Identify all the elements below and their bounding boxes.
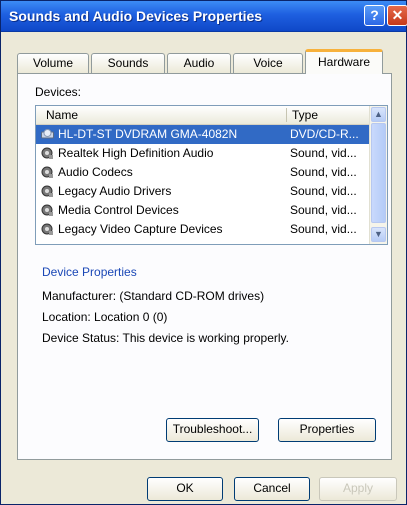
properties-button[interactable]: Properties xyxy=(278,418,376,442)
device-row[interactable]: Legacy Video Capture Devices Sound, vid.… xyxy=(36,220,369,239)
device-type: DVD/CD-R... xyxy=(290,127,359,141)
tab-voice[interactable]: Voice xyxy=(233,53,303,73)
cd-drive-icon xyxy=(41,129,54,139)
troubleshoot-button[interactable]: Troubleshoot... xyxy=(166,418,259,442)
device-row[interactable]: Realtek High Definition Audio Sound, vid… xyxy=(36,144,369,163)
sound-device-icon xyxy=(41,223,53,235)
vertical-scrollbar[interactable]: ▲ ▼ xyxy=(369,106,387,244)
window-title: Sounds and Audio Devices Properties xyxy=(9,8,263,24)
sound-device-icon xyxy=(41,204,53,216)
device-row[interactable]: HL-DT-ST DVDRAM GMA-4082N DVD/CD-R... xyxy=(36,125,369,144)
devices-label: Devices: xyxy=(35,85,82,99)
sound-device-icon xyxy=(41,166,53,178)
tab-audio[interactable]: Audio xyxy=(167,53,231,73)
dialog-window: Sounds and Audio Devices Properties ? ✕ … xyxy=(0,0,407,505)
apply-button[interactable]: Apply xyxy=(319,477,397,501)
tab-hardware[interactable]: Hardware xyxy=(305,49,383,74)
device-row[interactable]: Media Control Devices Sound, vid... xyxy=(36,201,369,220)
device-type: Sound, vid... xyxy=(290,203,357,217)
tab-sounds[interactable]: Sounds xyxy=(91,53,165,73)
scroll-thumb[interactable] xyxy=(371,123,386,223)
device-type: Sound, vid... xyxy=(290,222,357,236)
sound-device-icon xyxy=(41,185,53,197)
scroll-down-button[interactable]: ▼ xyxy=(371,227,386,242)
device-status-text: Device Status: This device is working pr… xyxy=(42,331,289,345)
device-row[interactable]: Audio Codecs Sound, vid... xyxy=(36,163,369,182)
device-properties-heading: Device Properties xyxy=(42,265,137,279)
device-name: Legacy Audio Drivers xyxy=(58,184,172,198)
devices-list[interactable]: Name Type HL-DT-ST DVDRAM GMA-4082N DVD/… xyxy=(35,105,388,245)
help-button[interactable]: ? xyxy=(364,5,385,26)
column-header-type[interactable]: Type xyxy=(292,108,318,122)
title-bar[interactable]: Sounds and Audio Devices Properties ? ✕ xyxy=(1,1,407,32)
list-header: Name Type xyxy=(36,106,369,125)
device-name: Realtek High Definition Audio xyxy=(58,146,214,160)
device-type: Sound, vid... xyxy=(290,184,357,198)
scroll-up-button[interactable]: ▲ xyxy=(371,107,386,122)
manufacturer-text: Manufacturer: (Standard CD-ROM drives) xyxy=(42,289,265,303)
device-row[interactable]: Legacy Audio Drivers Sound, vid... xyxy=(36,182,369,201)
column-divider[interactable] xyxy=(286,108,287,122)
cancel-button[interactable]: Cancel xyxy=(234,477,310,501)
column-header-name[interactable]: Name xyxy=(46,108,78,122)
location-text: Location: Location 0 (0) xyxy=(42,310,168,324)
device-type: Sound, vid... xyxy=(290,165,357,179)
device-name: Media Control Devices xyxy=(58,203,179,217)
sound-device-icon xyxy=(41,147,53,159)
close-button[interactable]: ✕ xyxy=(387,5,407,26)
device-type: Sound, vid... xyxy=(290,146,357,160)
tab-volume[interactable]: Volume xyxy=(17,53,89,73)
device-name: HL-DT-ST DVDRAM GMA-4082N xyxy=(58,127,238,141)
device-name: Audio Codecs xyxy=(58,165,133,179)
ok-button[interactable]: OK xyxy=(147,477,223,501)
device-name: Legacy Video Capture Devices xyxy=(58,222,223,236)
